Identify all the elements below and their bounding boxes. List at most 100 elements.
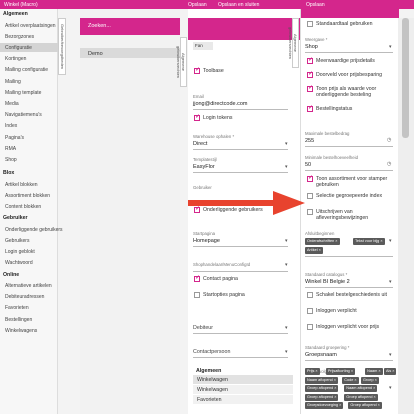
- startpage-select[interactable]: Homepage: [193, 238, 220, 244]
- price-savings-checkbox[interactable]: [307, 71, 313, 78]
- chip-article[interactable]: Artikel ×: [305, 247, 323, 254]
- list-row[interactable]: Demo: [80, 48, 180, 58]
- standard-language-checkbox[interactable]: [307, 21, 313, 27]
- sort-chip[interactable]: Code ×: [342, 376, 359, 384]
- contact-person-field[interactable]: Contactpersoon: [193, 349, 230, 355]
- top-select[interactable]: Fan: [193, 42, 213, 50]
- catalog-select[interactable]: Winkel BI Belgie 2: [305, 279, 350, 285]
- scrollbar-thumb[interactable]: [402, 18, 409, 138]
- show-price-checkbox[interactable]: [307, 85, 313, 92]
- tab-general-rights-2[interactable]: Algemene gebruikersrechten: [288, 18, 299, 68]
- email-underline: [193, 109, 288, 110]
- max-order-input[interactable]: 255: [305, 138, 314, 144]
- assortment-checkbox[interactable]: [307, 175, 313, 182]
- sidebar-item-index[interactable]: Index: [5, 123, 17, 129]
- sidebar-item-mailing[interactable]: Mailing: [5, 79, 21, 85]
- chevron-down-icon: ▾: [285, 164, 288, 170]
- sidebar-item-configuratie[interactable]: Configuratie: [5, 45, 32, 51]
- sub-users-checkbox[interactable]: [194, 206, 200, 213]
- sub-users-label: Onderliggende gebruikers: [203, 207, 263, 213]
- order-status-checkbox[interactable]: [307, 105, 313, 112]
- min-qty-input[interactable]: 50: [305, 162, 311, 168]
- tab-user-permissions[interactable]: Gebruiker/bevoegdheden: [58, 18, 66, 75]
- sidebar-item-assortiment-blokken[interactable]: Assortiment blokken: [5, 193, 50, 199]
- sidebar-item-artikel-overplaatsingen[interactable]: Artikel overplaatsingen: [5, 23, 56, 29]
- save-right-button[interactable]: Opslaan: [306, 2, 325, 8]
- sort-chip[interactable]: Groepstoevoeging ×: [305, 402, 344, 409]
- sidebar-item-wachtwoord[interactable]: Wachtwoord: [5, 260, 33, 266]
- sidebar-item-mailing-template[interactable]: Mailing template: [5, 90, 41, 96]
- sidebar-item-bezorgzones[interactable]: Bezorgzones: [5, 34, 34, 40]
- template-label: Templatestijl: [193, 157, 217, 162]
- sidebar-item-mailing-configuratie[interactable]: Mailing configuratie: [5, 67, 48, 73]
- sidebar-item-content-blokken[interactable]: Content blokken: [5, 204, 41, 210]
- min-qty-underline: [305, 170, 393, 171]
- sort-chip[interactable]: Prijs ×: [305, 368, 320, 375]
- multi-price-checkbox[interactable]: [307, 57, 313, 64]
- sidebar-item-bestellingen[interactable]: Bestellingen: [5, 317, 32, 323]
- sidebar-item-favorieten[interactable]: Favorieten: [5, 305, 29, 311]
- start-options-checkbox[interactable]: [194, 292, 200, 298]
- start-options-label: Startopties pagina: [203, 292, 245, 298]
- chevron-down-icon: ▾: [389, 352, 392, 358]
- scrollbar[interactable]: [398, 18, 414, 414]
- sidebar-item-shop[interactable]: Shop: [5, 157, 17, 163]
- toolbase-checkbox[interactable]: [194, 67, 200, 74]
- sidebar-item-onderliggende-gebruikers[interactable]: Onderliggende gebruikers: [5, 227, 63, 233]
- contact-page-checkbox[interactable]: [194, 275, 200, 282]
- sort-chip[interactable]: Groep aflopend ×: [305, 385, 339, 392]
- grouped-index-checkbox[interactable]: [307, 193, 313, 199]
- login-price-checkbox[interactable]: [307, 324, 313, 330]
- sidebar-item-alternatieve-artikelen[interactable]: Alternatieve artikelen: [5, 283, 52, 289]
- edit-panel: Fan Toolbase Email jjong@directcode.com …: [188, 9, 301, 414]
- login-required-checkbox[interactable]: [307, 308, 313, 314]
- general-section-title: Algemeen: [196, 368, 222, 374]
- sort-chip[interactable]: Groep aflopend ×: [344, 393, 378, 401]
- chip-order-statements[interactable]: Orderafschriften ×: [305, 238, 340, 245]
- general-list-item-2[interactable]: Winkelwagen: [193, 385, 293, 394]
- general-list-item-1[interactable]: Winkelwagen: [193, 375, 293, 384]
- login-tokens-checkbox[interactable]: [194, 114, 200, 121]
- tab-general-rights[interactable]: Algemene gebruikersrechten: [176, 37, 187, 87]
- order-history-checkbox[interactable]: [307, 292, 313, 298]
- sort-chip[interactable]: Prijsafkorting ×: [325, 368, 356, 375]
- sidebar-item-navigatiemenu-s[interactable]: Navigatiemenu's: [5, 112, 42, 118]
- catalog-label: Standaard catalogus *: [305, 272, 348, 277]
- display-label: Weergave *: [305, 37, 328, 42]
- login-price-label: Inloggen verplicht voor prijs: [316, 324, 380, 330]
- debtor-field[interactable]: Debiteur: [193, 325, 213, 331]
- grouping-select[interactable]: Groepsnaam: [305, 352, 337, 358]
- sidebar-item-debiteuradressen[interactable]: Debiteuradressen: [5, 294, 44, 300]
- sidebar-item-kortingen[interactable]: Kortingen: [5, 56, 26, 62]
- sidebar-item-login-geblokt[interactable]: Login geblokt: [5, 249, 35, 255]
- sort-chip[interactable]: Groep ×: [361, 376, 379, 384]
- shutdown-underline: [305, 256, 393, 257]
- template-underline: [193, 172, 288, 173]
- chip-text-attach[interactable]: Tekst voor bijg ×: [353, 238, 385, 245]
- sidebar-item-winkelwagens[interactable]: Winkelwagens: [5, 328, 37, 334]
- template-select[interactable]: EasyFlor: [193, 164, 215, 170]
- assortment-label-2: gebruiken: [316, 182, 339, 188]
- sidebar-item-artikel-blokken[interactable]: Artikel blokken: [5, 182, 38, 188]
- general-list-item-3[interactable]: Favorieten: [193, 395, 293, 404]
- clock-icon: ◷: [387, 161, 392, 167]
- save-and-close-button[interactable]: Opslaan en sluiten: [218, 2, 259, 8]
- sort-chip[interactable]: Naam aflopend ×: [305, 376, 339, 384]
- display-select[interactable]: Shop: [305, 44, 318, 50]
- standard-language-label: Standaardtaal gebruiken: [316, 21, 373, 27]
- sort-chip[interactable]: Naam aflopend ×: [344, 385, 378, 392]
- unsubscribe-label-2: afleveringsbewijzingen: [316, 215, 369, 221]
- email-input[interactable]: jjong@directcode.com: [193, 101, 248, 107]
- sidebar-item-gebruikers[interactable]: Gebruikers: [5, 238, 29, 244]
- sort-chip[interactable]: Naam ×: [365, 368, 383, 375]
- sort-chip[interactable]: Groep aflopend ×: [348, 402, 382, 409]
- sidebar-item-pagina-s[interactable]: Pagina's: [5, 135, 24, 141]
- sort-chip[interactable]: Groep aflopend ×: [305, 393, 339, 401]
- search-placeholder[interactable]: Zoeken...: [88, 23, 111, 29]
- sidebar-item-media[interactable]: Media: [5, 101, 19, 107]
- sort-chip[interactable]: Als ×: [383, 368, 397, 375]
- sidebar-item-rma[interactable]: RMA: [5, 146, 16, 152]
- save-button[interactable]: Opslaan: [188, 2, 207, 8]
- warehouse-select[interactable]: Direct: [193, 141, 207, 147]
- unsubscribe-checkbox[interactable]: [307, 209, 313, 215]
